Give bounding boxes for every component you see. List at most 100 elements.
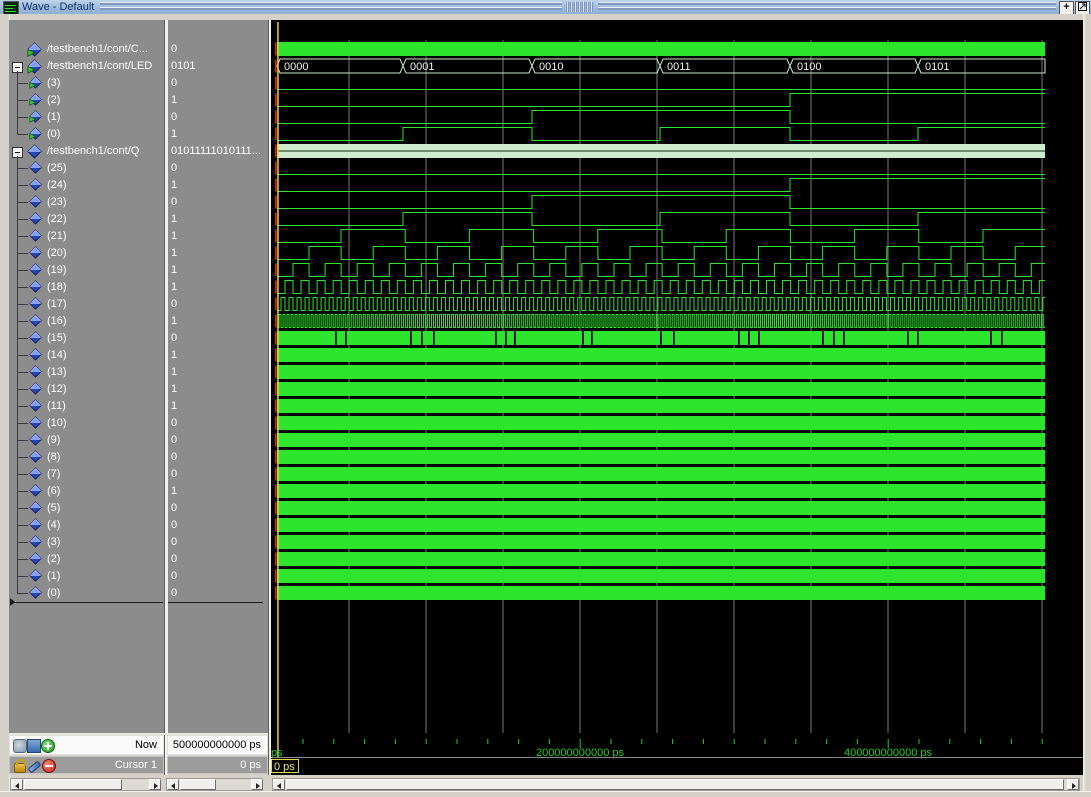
signal-name-row[interactable]: (16) (9, 313, 164, 330)
signal-name-row[interactable]: (5) (9, 500, 164, 517)
signal-name-row[interactable]: (8) (9, 449, 164, 466)
signal-value-cell[interactable]: 1 (167, 279, 268, 296)
signal-name: /testbench1/cont/C... (47, 43, 148, 55)
signal-value-cell[interactable]: 0101 (167, 58, 268, 75)
signal-value-cell[interactable]: 1 (167, 381, 268, 398)
signal-name-row[interactable]: (6) (9, 483, 164, 500)
signal-name-row[interactable]: (11) (9, 398, 164, 415)
signal-name-row[interactable]: (4) (9, 517, 164, 534)
signal-icon (29, 348, 42, 361)
tree-connector (17, 185, 28, 186)
signal-name-row[interactable]: (10) (9, 415, 164, 432)
signal-value-cell[interactable]: 1 (167, 177, 268, 194)
signal-icon (29, 280, 42, 293)
signal-value-cell[interactable]: 0 (167, 517, 268, 534)
signal-name: (9) (47, 434, 61, 446)
signal-icon (29, 229, 42, 242)
signal-name-row[interactable]: (3) (9, 534, 164, 551)
cursor-row-value[interactable]: 0 ps (167, 756, 268, 774)
grid-properties-icon[interactable] (27, 739, 41, 753)
signal-name-row[interactable]: (14) (9, 347, 164, 364)
titlebar[interactable]: Wave - Default + (0, 0, 1091, 15)
signal-value-cell[interactable]: 0 (167, 500, 268, 517)
signal-value-cell[interactable]: 01011111010111... (167, 143, 268, 160)
signal-value-cell[interactable]: 0 (167, 415, 268, 432)
signal-value-cell[interactable]: 1 (167, 126, 268, 143)
signal-name-row[interactable]: (17) (9, 296, 164, 313)
signal-name-row[interactable]: (25) (9, 160, 164, 177)
signal-name-row[interactable]: (7) (9, 466, 164, 483)
signal-name-row[interactable]: (19) (9, 262, 164, 279)
signal-name-row[interactable]: /testbench1/cont/LED (9, 58, 164, 75)
signal-name-row[interactable]: (12) (9, 381, 164, 398)
signal-value-cell[interactable]: 0 (167, 432, 268, 449)
signal-value-cell[interactable]: 0 (167, 75, 268, 92)
wave-hscrollbar[interactable] (272, 778, 1080, 791)
signal-name-row[interactable]: (22) (9, 211, 164, 228)
signal-value-cell[interactable]: 0 (167, 551, 268, 568)
signal-value-cell[interactable]: 1 (167, 211, 268, 228)
svg-text:0001: 0001 (410, 61, 434, 73)
signal-value-cell[interactable]: 1 (167, 262, 268, 279)
signal-value-cell[interactable]: 1 (167, 483, 268, 500)
waveform-svg[interactable]: 0000 0001 0010 0011 0100 0101200000000000 ps 4… (270, 20, 1083, 775)
tree-connector (17, 236, 28, 237)
signal-name-row[interactable]: (0) (9, 585, 164, 602)
values-hscrollbar[interactable] (166, 778, 263, 791)
signal-value-cell[interactable]: 0 (167, 534, 268, 551)
edit-cursor-icon[interactable] (27, 760, 42, 774)
signal-value-cell[interactable]: 1 (167, 245, 268, 262)
signal-name-row[interactable]: (20) (9, 245, 164, 262)
wave-window-icon (3, 1, 19, 15)
signal-name-row[interactable]: (21) (9, 228, 164, 245)
signal-value-cell[interactable]: 1 (167, 364, 268, 381)
wave-canvas[interactable]: 0000 0001 0010 0011 0100 0101 200000000000 ps 4… (270, 20, 1083, 775)
signal-name-row[interactable]: (13) (9, 364, 164, 381)
lock-cursor-icon[interactable] (14, 759, 26, 773)
signal-value-cell[interactable]: 0 (167, 330, 268, 347)
delete-cursor-icon[interactable] (42, 759, 56, 773)
signal-name-row[interactable]: (0) (9, 126, 164, 143)
signal-value-cell[interactable]: 0 (167, 41, 268, 58)
signal-value-cell[interactable]: 0 (167, 585, 268, 602)
signal-value-cell[interactable]: 1 (167, 398, 268, 415)
timeline-properties-icon[interactable] (13, 739, 27, 753)
signal-name: (4) (47, 519, 61, 531)
signal-value-cell[interactable]: 1 (167, 228, 268, 245)
tree-connector (17, 134, 28, 135)
signal-value-cell[interactable]: 1 (167, 347, 268, 364)
cursor-row-names[interactable]: Cursor 1 (9, 756, 164, 774)
signal-value-cell[interactable]: 0 (167, 449, 268, 466)
add-button[interactable]: + (1059, 1, 1074, 15)
signal-value-cell[interactable]: 0 (167, 109, 268, 126)
signal-name-row[interactable]: (18) (9, 279, 164, 296)
signal-name-row[interactable]: /testbench1/cont/C... (9, 41, 164, 58)
signal-value-cell[interactable]: 1 (167, 92, 268, 109)
signal-icon (29, 484, 42, 497)
signal-value-cell[interactable]: 0 (167, 296, 268, 313)
column-splitter[interactable] (268, 20, 271, 775)
signal-name-row[interactable]: (9) (9, 432, 164, 449)
signal-name-row[interactable]: (3) (9, 75, 164, 92)
signal-name-row[interactable]: (2) (9, 92, 164, 109)
signal-name: (18) (47, 281, 67, 293)
signal-value-cell[interactable]: 0 (167, 194, 268, 211)
names-hscrollbar[interactable] (10, 778, 161, 791)
signal-name-row[interactable]: (2) (9, 551, 164, 568)
add-cursor-icon[interactable] (41, 739, 55, 753)
signal-name-row[interactable]: (1) (9, 109, 164, 126)
signal-name-row[interactable]: /testbench1/cont/Q (9, 143, 164, 160)
signal-value-cell[interactable]: 0 (167, 466, 268, 483)
signal-name-row[interactable]: (15) (9, 330, 164, 347)
titlebar-grip (598, 8, 1056, 10)
undock-icon[interactable] (1075, 1, 1090, 15)
signal-name-row[interactable]: (24) (9, 177, 164, 194)
frame-right (1083, 14, 1091, 797)
signal-value-cell[interactable]: 0 (167, 568, 268, 585)
tree-connector (17, 406, 28, 407)
signal-name-row[interactable]: (23) (9, 194, 164, 211)
signal-value-cell[interactable]: 0 (167, 160, 268, 177)
signal-name-row[interactable]: (1) (9, 568, 164, 585)
signal-value-cell[interactable]: 1 (167, 313, 268, 330)
tree-connector (17, 321, 28, 322)
